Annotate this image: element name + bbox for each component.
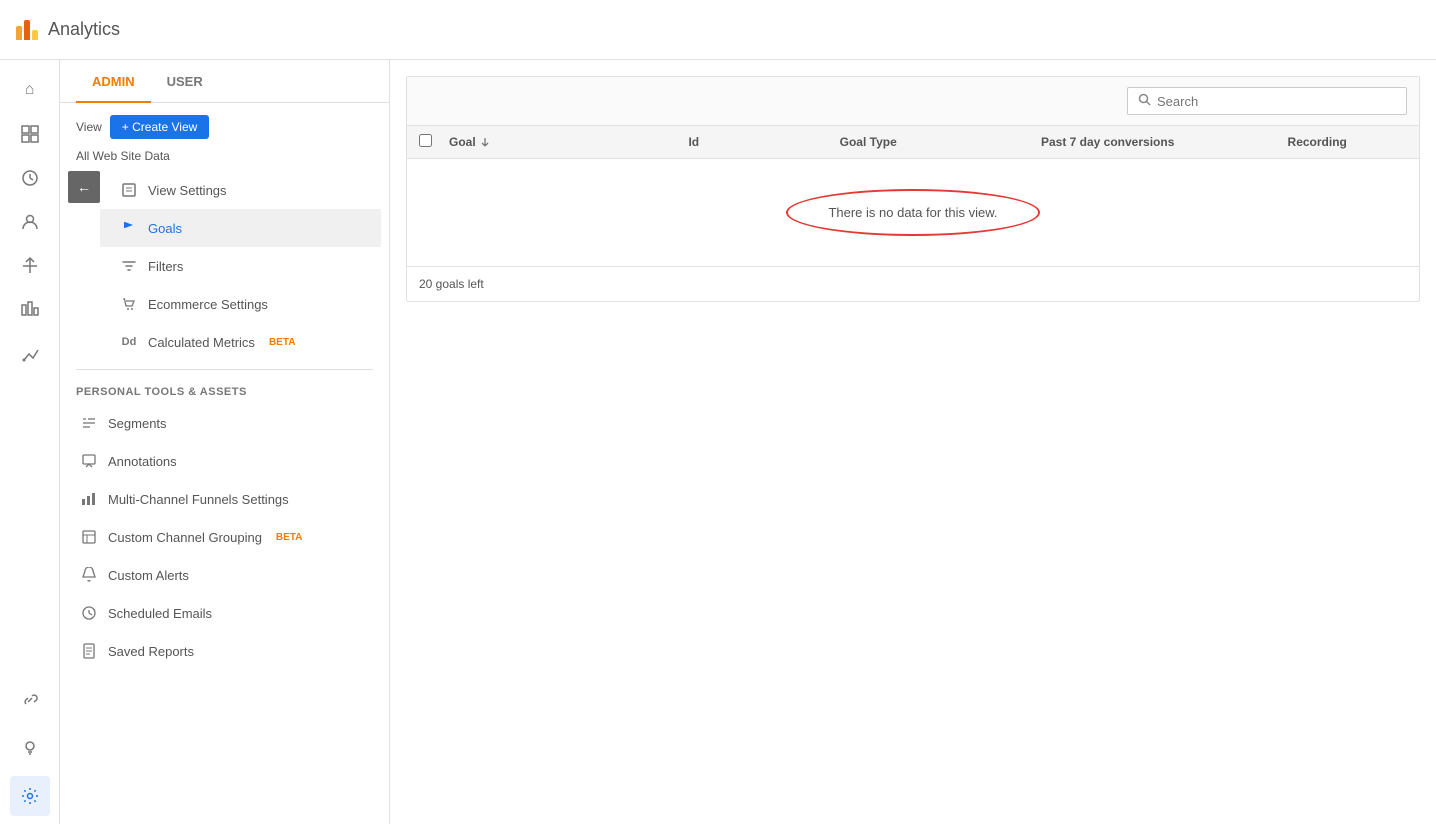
sort-icon <box>480 136 490 148</box>
nav-icon-link[interactable] <box>10 680 50 720</box>
nav-icon-person[interactable] <box>10 202 50 242</box>
search-input[interactable] <box>1157 94 1396 109</box>
menu-items-container: View Settings Goals Filters <box>100 171 381 361</box>
ecommerce-label: Ecommerce Settings <box>148 297 268 312</box>
sidebar: ADMIN USER View + Create View All Web Si… <box>60 60 390 824</box>
tabs-bar: ADMIN USER <box>60 60 389 103</box>
view-section: View + Create View <box>60 103 389 143</box>
menu-item-view-settings[interactable]: View Settings <box>100 171 381 209</box>
custom-channel-beta: BETA <box>276 532 302 543</box>
nav-icon-behavior[interactable] <box>10 290 50 330</box>
calculated-metrics-beta: BETA <box>269 337 295 348</box>
menu-item-custom-channel[interactable]: Custom Channel Grouping BETA <box>60 518 389 556</box>
scheduled-emails-icon <box>80 604 98 622</box>
back-button[interactable]: ← <box>68 171 100 203</box>
create-view-button[interactable]: + Create View <box>110 115 210 139</box>
th-id: Id <box>688 135 748 149</box>
goals-label: Goals <box>148 221 182 236</box>
multi-channel-icon <box>80 490 98 508</box>
table-header: Goal Id Goal Type Past 7 day conversions… <box>407 126 1419 159</box>
tab-admin[interactable]: ADMIN <box>76 60 151 103</box>
annotations-label: Annotations <box>108 454 177 469</box>
search-icon <box>1138 93 1151 109</box>
ecommerce-icon <box>120 295 138 313</box>
menu-item-segments[interactable]: Segments <box>60 404 389 442</box>
th-id-label: Id <box>688 135 699 149</box>
logo-bar-1 <box>16 26 22 40</box>
view-label: View <box>76 120 102 134</box>
back-section: ← View Settings Goals <box>60 171 389 365</box>
left-nav: ⌂ <box>0 60 60 824</box>
th-goal-type-label: Goal Type <box>840 135 897 149</box>
saved-reports-icon <box>80 642 98 660</box>
custom-alerts-icon <box>80 566 98 584</box>
goals-table-container: Goal Id Goal Type Past 7 day conversions… <box>406 76 1420 302</box>
view-settings-label: View Settings <box>148 183 227 198</box>
nav-icon-lightbulb[interactable] <box>10 728 50 768</box>
goals-left: 20 goals left <box>407 266 1419 301</box>
th-goal-type: Goal Type <box>748 135 987 149</box>
all-web-site-label: All Web Site Data <box>60 143 389 171</box>
menu-item-saved-reports[interactable]: Saved Reports <box>60 632 389 670</box>
nav-icon-clock[interactable] <box>10 158 50 198</box>
annotations-icon <box>80 452 98 470</box>
saved-reports-label: Saved Reports <box>108 644 194 659</box>
filters-label: Filters <box>148 259 183 274</box>
menu-item-calculated-metrics[interactable]: Dd Calculated Metrics BETA <box>100 323 381 361</box>
menu-item-ecommerce[interactable]: Ecommerce Settings <box>100 285 381 323</box>
logo-bar-2 <box>24 20 30 40</box>
custom-channel-icon <box>80 528 98 546</box>
th-past7: Past 7 day conversions <box>988 135 1227 149</box>
menu-item-custom-alerts[interactable]: Custom Alerts <box>60 556 389 594</box>
segments-icon <box>80 414 98 432</box>
menu-item-multi-channel[interactable]: Multi-Channel Funnels Settings <box>60 480 389 518</box>
divider-personal <box>76 369 373 370</box>
th-checkbox <box>419 134 449 150</box>
custom-alerts-label: Custom Alerts <box>108 568 189 583</box>
personal-tools-header: PERSONAL TOOLS & ASSETS <box>60 374 389 404</box>
nav-icon-home[interactable]: ⌂ <box>10 70 50 110</box>
menu-item-goals[interactable]: Goals <box>100 209 381 247</box>
goals-icon <box>120 219 138 237</box>
multi-channel-label: Multi-Channel Funnels Settings <box>108 492 289 507</box>
top-header: Analytics <box>0 0 1436 60</box>
th-goal: Goal <box>449 135 688 149</box>
no-data-message: There is no data for this view. <box>786 189 1039 236</box>
nav-icon-conversions[interactable] <box>10 334 50 374</box>
th-goal-label: Goal <box>449 135 476 149</box>
menu-item-annotations[interactable]: Annotations <box>60 442 389 480</box>
nav-icon-dashboard[interactable] <box>10 114 50 154</box>
nav-icon-acquisition[interactable] <box>10 246 50 286</box>
main-content: Goal Id Goal Type Past 7 day conversions… <box>390 60 1436 824</box>
logo-bar-3 <box>32 30 38 40</box>
main-layout: ⌂ ADMIN <box>0 60 1436 824</box>
custom-channel-label: Custom Channel Grouping <box>108 530 262 545</box>
search-input-wrap <box>1127 87 1407 115</box>
filters-icon <box>120 257 138 275</box>
table-body: There is no data for this view. <box>407 159 1419 266</box>
tab-user[interactable]: USER <box>151 60 219 103</box>
search-bar-row <box>407 77 1419 126</box>
calculated-metrics-label: Calculated Metrics <box>148 335 255 350</box>
scheduled-emails-label: Scheduled Emails <box>108 606 212 621</box>
calculated-metrics-icon: Dd <box>120 333 138 351</box>
select-all-checkbox[interactable] <box>419 134 432 147</box>
th-past7-label: Past 7 day conversions <box>1041 135 1174 149</box>
menu-item-filters[interactable]: Filters <box>100 247 381 285</box>
view-settings-icon <box>120 181 138 199</box>
th-recording: Recording <box>1227 135 1407 149</box>
segments-label: Segments <box>108 416 167 431</box>
menu-item-scheduled-emails[interactable]: Scheduled Emails <box>60 594 389 632</box>
no-data-text: There is no data for this view. <box>828 205 997 220</box>
nav-icon-settings[interactable] <box>10 776 50 816</box>
th-recording-label: Recording <box>1288 135 1347 149</box>
app-title: Analytics <box>48 19 120 40</box>
logo-icon <box>16 20 38 40</box>
